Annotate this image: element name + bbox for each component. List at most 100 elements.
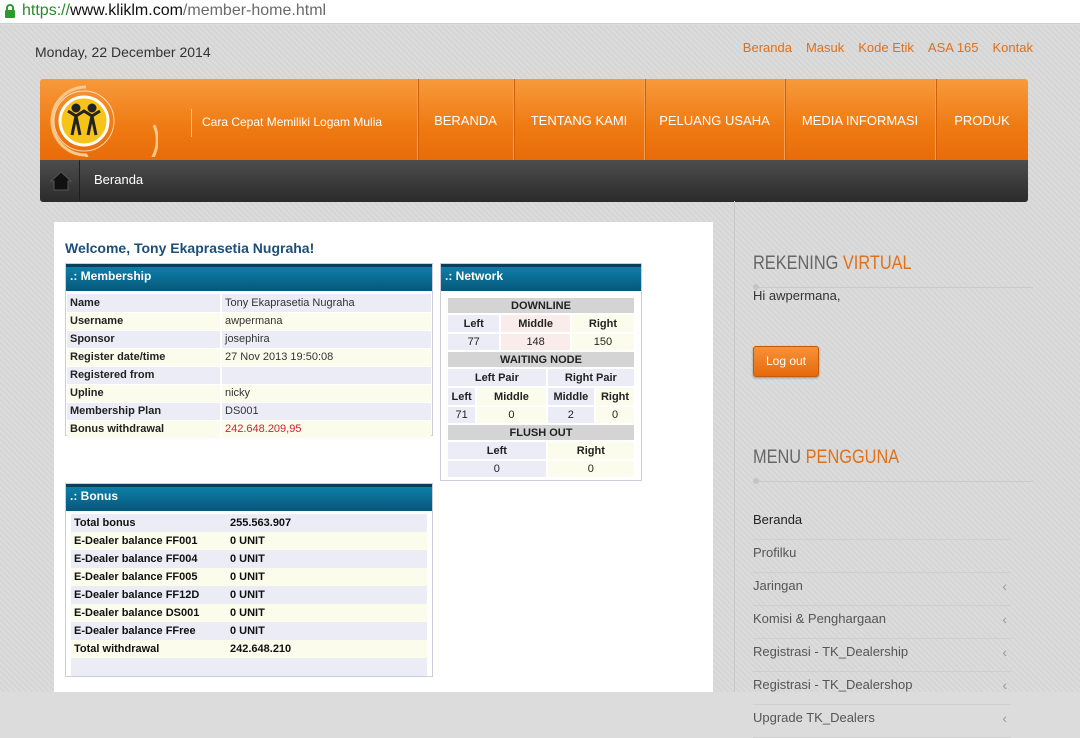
- menu-item-label: Registrasi - TK_Dealership: [753, 644, 909, 659]
- row-value: 242.648.210: [227, 640, 427, 658]
- heading-part: REKENING: [753, 253, 839, 274]
- nav-peluang-usaha[interactable]: PELUANG USAHA: [644, 79, 784, 160]
- welcome-heading: Welcome, Tony Ekaprasetia Nugraha!: [65, 240, 315, 256]
- nav-beranda[interactable]: BERANDA: [417, 79, 513, 160]
- waiting-middle-left-value: 0: [477, 407, 546, 423]
- top-link-beranda[interactable]: Beranda: [743, 40, 792, 55]
- menu-item-label: Registrasi - TK_Dealershop: [753, 677, 913, 692]
- row-label: E-Dealer balance FF004: [71, 550, 227, 568]
- menu-item-label: Profilku: [753, 545, 797, 560]
- page: Monday, 22 December 2014 Beranda Masuk Kod…: [0, 25, 1080, 738]
- bonus-panel: .: Bonus Total bonus 255.563.907 E-Dealer…: [65, 483, 433, 677]
- table-row: [71, 658, 427, 676]
- flush-left-label: Left: [448, 442, 546, 459]
- row-value: 0 UNIT: [227, 586, 427, 604]
- top-link-kode-etik[interactable]: Kode Etik: [858, 40, 914, 55]
- downline-right-label: Right: [571, 315, 634, 332]
- rekening-virtual-heading: REKENING VIRTUAL: [753, 253, 912, 275]
- row-label: Registered from: [67, 366, 221, 385]
- menu-item-jaringan[interactable]: Jaringan ‹: [753, 573, 1011, 606]
- heading-part: MENU: [753, 447, 802, 468]
- table-row: Username awpermana: [67, 312, 431, 331]
- chevron-left-icon: ‹: [1002, 611, 1007, 627]
- chevron-left-icon: ‹: [1002, 644, 1007, 660]
- menu-item-upgrade-dealers[interactable]: Upgrade TK_Dealers ‹: [753, 705, 1011, 738]
- breadcrumb-current: Beranda: [94, 172, 144, 187]
- row-label: Name: [67, 294, 221, 313]
- waiting-middle-left-label: Middle: [477, 388, 546, 405]
- row-label: Username: [67, 312, 221, 331]
- breadcrumb: Beranda: [40, 159, 1028, 203]
- row-value: 0 UNIT: [227, 604, 427, 622]
- row-label: E-Dealer balance DS001: [71, 604, 227, 622]
- right-pair-label: Right Pair: [547, 369, 634, 386]
- downline-left-label: Left: [448, 315, 500, 332]
- downline-left-value: 77: [448, 334, 500, 350]
- row-value: nicky: [220, 384, 431, 403]
- waiting-left-value: 71: [448, 407, 476, 423]
- row-value: 27 Nov 2013 19:50:08: [220, 348, 431, 367]
- row-label: Total bonus: [71, 514, 227, 532]
- table-row: E-Dealer balance FF12D 0 UNIT: [71, 586, 427, 604]
- flush-out-header: FLUSH OUT: [448, 425, 634, 440]
- site-header: Cara Cepat Memiliki Logam Mulia BERANDA …: [40, 79, 1028, 179]
- row-label: [71, 658, 227, 676]
- table-row: E-Dealer balance FF005 0 UNIT: [71, 568, 427, 586]
- home-icon: [49, 159, 89, 203]
- menu-item-komisi[interactable]: Komisi & Penghargaan ‹: [753, 606, 1011, 639]
- table-row: E-Dealer balance FFree 0 UNIT: [71, 622, 427, 640]
- address-bar[interactable]: https://www.kliklm.com/member-home.html: [0, 0, 1080, 24]
- menu-item-profilku[interactable]: Profilku: [753, 540, 1011, 573]
- flush-left-value: 0: [448, 461, 546, 477]
- site-logo[interactable]: [46, 85, 159, 179]
- nav-tentang-kami[interactable]: TENTANG KAMI: [513, 79, 644, 160]
- nav-media-informasi[interactable]: MEDIA INFORMASI: [784, 79, 935, 160]
- logout-button[interactable]: Log out: [753, 346, 819, 377]
- row-value: Tony Ekaprasetia Nugraha: [220, 294, 431, 313]
- chevron-left-icon: ‹: [1002, 710, 1007, 726]
- network-table: DOWNLINE Left Middle Right 77 148 150 WA…: [446, 296, 636, 479]
- waiting-right-label: Right: [596, 388, 634, 405]
- top-link-asa-165[interactable]: ASA 165: [928, 40, 979, 55]
- menu-item-registrasi-dealership[interactable]: Registrasi - TK_Dealership ‹: [753, 639, 1011, 672]
- row-label: E-Dealer balance FF12D: [71, 586, 227, 604]
- menu-item-label: Komisi & Penghargaan: [753, 611, 886, 626]
- url-host: www.kliklm.com: [70, 2, 183, 19]
- row-label: E-Dealer balance FF005: [71, 568, 227, 586]
- top-link-masuk[interactable]: Masuk: [806, 40, 844, 55]
- row-value: josephira: [220, 330, 431, 349]
- row-label: Register date/time: [67, 348, 221, 367]
- membership-panel: .: Membership Name Tony Ekaprasetia Nugra…: [65, 263, 433, 439]
- menu-item-registrasi-dealershop[interactable]: Registrasi - TK_Dealershop ‹: [753, 672, 1011, 705]
- waiting-middle-right-value: 2: [547, 407, 595, 423]
- table-row: Upline nicky: [67, 384, 431, 403]
- downline-middle-label: Middle: [501, 315, 570, 332]
- row-value: [220, 366, 431, 385]
- row-value: DS001: [220, 402, 431, 421]
- url-path: /member-home.html: [182, 2, 327, 19]
- bonus-withdrawal-value: 242.648.209,95: [220, 420, 431, 439]
- row-label: E-Dealer balance FFree: [71, 622, 227, 640]
- top-links: Beranda Masuk Kode Etik ASA 165 Kontak: [729, 40, 1033, 55]
- main-content: Welcome, Tony Ekaprasetia Nugraha! .: Me…: [54, 222, 713, 692]
- top-link-kontak[interactable]: Kontak: [993, 40, 1033, 55]
- table-row: Name Tony Ekaprasetia Nugraha: [67, 294, 431, 313]
- network-title: .: Network: [441, 264, 641, 291]
- row-value: 0 UNIT: [227, 550, 427, 568]
- row-value: 0 UNIT: [227, 622, 427, 640]
- table-row: Total withdrawal 242.648.210: [71, 640, 427, 658]
- nav-produk[interactable]: PRODUK: [935, 79, 1028, 160]
- home-button[interactable]: [40, 159, 89, 203]
- waiting-node-header: WAITING NODE: [448, 352, 634, 367]
- flush-right-label: Right: [547, 442, 634, 459]
- row-label: Sponsor: [67, 330, 221, 349]
- waiting-left-label: Left: [448, 388, 476, 405]
- heading-highlight: PENGGUNA: [805, 447, 900, 468]
- bonus-title: .: Bonus: [66, 484, 432, 511]
- downline-right-value: 150: [571, 334, 634, 350]
- table-row: E-Dealer balance FF004 0 UNIT: [71, 550, 427, 568]
- menu-item-beranda[interactable]: Beranda: [753, 507, 1011, 540]
- bonus-table: Total bonus 255.563.907 E-Dealer balance …: [71, 514, 427, 676]
- table-row: E-Dealer balance FF001 0 UNIT: [71, 532, 427, 550]
- waiting-right-value: 0: [596, 407, 634, 423]
